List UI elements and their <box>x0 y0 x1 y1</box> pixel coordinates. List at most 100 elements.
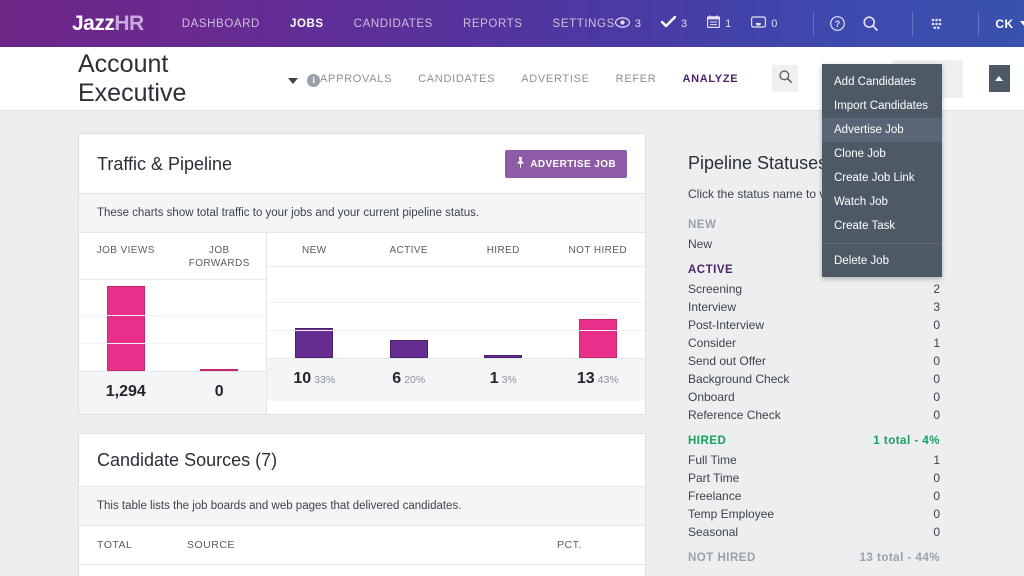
status-row-send-out-offer[interactable]: Send out Offer 0 <box>688 352 940 370</box>
status-group-header-hired: HIRED 1 total - 4% <box>688 435 940 447</box>
nav-item-dashboard[interactable]: DASHBOARD <box>182 18 260 30</box>
logo-hr-text: HR <box>114 11 144 35</box>
nav-right-group: 3 3 1 0 ? CK <box>614 11 1024 36</box>
tab-refer[interactable]: REFER <box>616 73 657 85</box>
bar-cell-new[interactable] <box>267 267 362 358</box>
total-job-forwards: 0 <box>173 383 267 401</box>
status-label-send-out-offer: Send out Offer <box>688 354 766 368</box>
tab-candidates[interactable]: CANDIDATES <box>418 73 495 85</box>
nav-stat-tasks[interactable]: 3 <box>660 15 688 33</box>
axis-label-not-hired: NOT HIRED <box>568 245 627 256</box>
status-row-temp-employee[interactable]: Temp Employee 0 <box>688 505 940 523</box>
nav-divider-1 <box>813 11 815 36</box>
advertise-job-button[interactable]: ADVERTISE JOB <box>505 150 627 178</box>
job-actions-dropdown-toggle[interactable] <box>988 65 1010 92</box>
status-label-part-time: Part Time <box>688 471 740 485</box>
axis-label-new: NEW <box>301 245 327 256</box>
eye-icon <box>614 15 630 33</box>
menu-item-create-task[interactable]: Create Task <box>822 214 942 238</box>
status-row-consider[interactable]: Consider 1 <box>688 334 940 352</box>
nav-stat-calendar-count: 1 <box>725 17 732 30</box>
status-count-interview: 3 <box>933 300 940 314</box>
nav-stat-views-count: 3 <box>634 17 641 30</box>
status-label-freelance: Freelance <box>688 489 742 503</box>
nav-stat-views[interactable]: 3 <box>614 15 641 33</box>
logo-jazz-text: Jazz <box>72 11 115 35</box>
menu-item-clone-job[interactable]: Clone Job <box>822 142 942 166</box>
menu-item-delete-job[interactable]: Delete Job <box>822 249 942 273</box>
status-row-screening[interactable]: Screening 2 <box>688 280 940 298</box>
status-group-name-hired: HIRED <box>688 435 727 447</box>
nav-stat-inbox[interactable]: 0 <box>751 15 777 33</box>
status-row-onboard[interactable]: Onboard 0 <box>688 388 940 406</box>
tab-analyze[interactable]: ANALYZE <box>682 73 738 85</box>
bar-cell-active[interactable] <box>362 267 457 358</box>
job-switcher-chevron-down-icon[interactable] <box>288 77 299 84</box>
info-icon[interactable]: i <box>307 73 320 87</box>
search-button[interactable] <box>772 65 799 92</box>
bar-not-hired <box>578 318 617 358</box>
total-active: 6 20% <box>362 370 457 388</box>
user-initials: CK <box>995 16 1014 31</box>
nav-item-reports[interactable]: REPORTS <box>463 18 523 30</box>
table-row[interactable]: 4 LinkedIn 13% <box>79 565 645 576</box>
status-group-name-active: ACTIVE <box>688 264 734 276</box>
tab-advertise[interactable]: ADVERTISE <box>521 73 589 85</box>
status-count-temp-employee: 0 <box>933 507 940 521</box>
status-row-part-time[interactable]: Part Time 0 <box>688 469 940 487</box>
axis-label-job-views: JOB VIEWS <box>96 245 155 256</box>
pipeline-totals: 10 33% 6 20% 1 3% 13 43% <box>267 358 645 401</box>
nav-stat-calendar[interactable]: 1 <box>707 14 732 33</box>
status-row-reference-check[interactable]: Reference Check 0 <box>688 406 940 424</box>
search-icon[interactable] <box>863 16 879 31</box>
calendar-icon <box>707 14 721 33</box>
traffic-pipeline-card: Traffic & Pipeline ADVERTISE JOB These c… <box>78 133 646 415</box>
menu-item-create-job-link[interactable]: Create Job Link <box>822 166 942 190</box>
status-count-full-time: 1 <box>933 453 940 467</box>
column-header-pct: PCT. <box>557 539 582 551</box>
nav-item-jobs[interactable]: JOBS <box>290 18 324 30</box>
status-row-seasonal[interactable]: Seasonal 0 <box>688 523 940 541</box>
status-row-background-check[interactable]: Background Check 0 <box>688 370 940 388</box>
bar-cell-not-hired[interactable] <box>551 267 646 358</box>
user-menu-button[interactable]: CK <box>995 17 1024 31</box>
gridline <box>267 329 645 331</box>
menu-item-import-candidates[interactable]: Import Candidates <box>822 94 942 118</box>
status-row-full-time[interactable]: Full Time 1 <box>688 451 940 469</box>
nav-item-settings[interactable]: SETTINGS <box>553 18 615 30</box>
chart-panel-traffic: JOB VIEWS JOB FORWARDS 1,294 0 <box>79 233 267 414</box>
status-row-interview[interactable]: Interview 3 <box>688 298 940 316</box>
advertise-job-button-label: ADVERTISE JOB <box>530 158 616 170</box>
status-row-freelance[interactable]: Freelance 0 <box>688 487 940 505</box>
total-hired: 1 3% <box>456 370 551 388</box>
traffic-card-title: Traffic & Pipeline <box>97 153 233 174</box>
status-count-send-out-offer: 0 <box>933 354 940 368</box>
left-column: Traffic & Pipeline ADVERTISE JOB These c… <box>78 133 646 576</box>
search-icon <box>779 69 792 88</box>
nav-item-candidates[interactable]: CANDIDATES <box>354 18 433 30</box>
apps-grid-icon[interactable] <box>929 17 944 31</box>
bar-cell-job-views[interactable] <box>79 280 173 371</box>
menu-item-advertise-job[interactable]: Advertise Job <box>822 118 942 142</box>
inbox-icon <box>751 15 767 33</box>
menu-item-watch-job[interactable]: Watch Job <box>822 190 942 214</box>
gridline <box>79 315 266 317</box>
bar-cell-hired[interactable] <box>456 267 551 358</box>
traffic-plot-area <box>79 279 266 371</box>
menu-item-add-candidates[interactable]: Add Candidates <box>822 70 942 94</box>
chevron-up-icon <box>995 76 1004 81</box>
pipeline-plot-area <box>267 266 645 358</box>
gridline <box>79 342 266 344</box>
total-active-value: 6 <box>392 370 402 387</box>
jazzhr-logo[interactable]: JazzHR <box>72 12 144 36</box>
traffic-axis-labels: JOB VIEWS JOB FORWARDS <box>79 233 266 279</box>
bar-cell-job-forwards[interactable] <box>173 280 267 371</box>
primary-nav: DASHBOARD JOBS CANDIDATES REPORTS SETTIN… <box>182 18 615 30</box>
status-label-interview: Interview <box>688 300 737 314</box>
status-label-seasonal: Seasonal <box>688 525 739 539</box>
nav-stat-tasks-count: 3 <box>680 17 688 30</box>
tab-approvals[interactable]: APPROVALS <box>320 73 392 85</box>
help-icon[interactable]: ? <box>830 16 846 31</box>
total-job-forwards-value: 0 <box>214 383 224 400</box>
status-row-post-interview[interactable]: Post-Interview 0 <box>688 316 940 334</box>
